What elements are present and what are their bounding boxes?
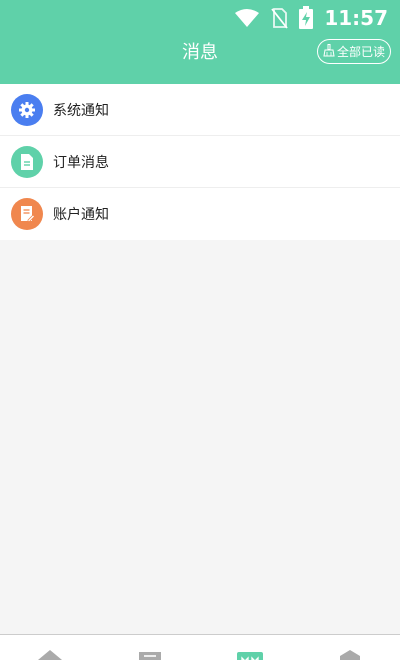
- messages-screen: 11:57 消息 全部已读 系统通知 订单消息 账户通知: [0, 0, 400, 660]
- title-bar: 消息 全部已读: [0, 36, 400, 84]
- status-time: 11:57: [324, 6, 388, 30]
- bottom-nav: [0, 634, 400, 660]
- nav-messages[interactable]: [236, 647, 264, 660]
- wifi-icon: [234, 8, 260, 28]
- list-item-label: 账户通知: [53, 207, 109, 223]
- list-item-account-notice[interactable]: 账户通知: [0, 188, 400, 240]
- gear-icon: [11, 93, 43, 126]
- no-sim-icon: [270, 7, 289, 29]
- message-icon: [236, 647, 264, 660]
- list-item-order-message[interactable]: 订单消息: [0, 136, 400, 188]
- nav-home[interactable]: [36, 647, 64, 660]
- list-item-label: 系统通知: [53, 102, 109, 119]
- nav-profile[interactable]: [336, 647, 364, 660]
- mark-all-read-label: 全部已读: [336, 45, 385, 59]
- list-item-label: 订单消息: [53, 154, 109, 171]
- mark-all-read-button[interactable]: 全部已读: [317, 39, 391, 64]
- header: 11:57 消息 全部已读: [0, 0, 400, 84]
- broom-icon: [323, 43, 335, 60]
- status-bar: 11:57: [0, 0, 400, 36]
- message-list: 系统通知 订单消息 账户通知: [0, 84, 400, 240]
- list-item-system-notice[interactable]: 系统通知: [0, 84, 400, 136]
- list-icon: [136, 647, 164, 660]
- home-icon: [36, 647, 64, 660]
- nav-orders[interactable]: [136, 647, 164, 660]
- battery-charging-icon: [298, 6, 314, 30]
- document-icon: [11, 145, 43, 178]
- edit-document-icon: [11, 198, 43, 230]
- status-icons: 11:57: [234, 4, 388, 32]
- profile-icon: [336, 647, 364, 660]
